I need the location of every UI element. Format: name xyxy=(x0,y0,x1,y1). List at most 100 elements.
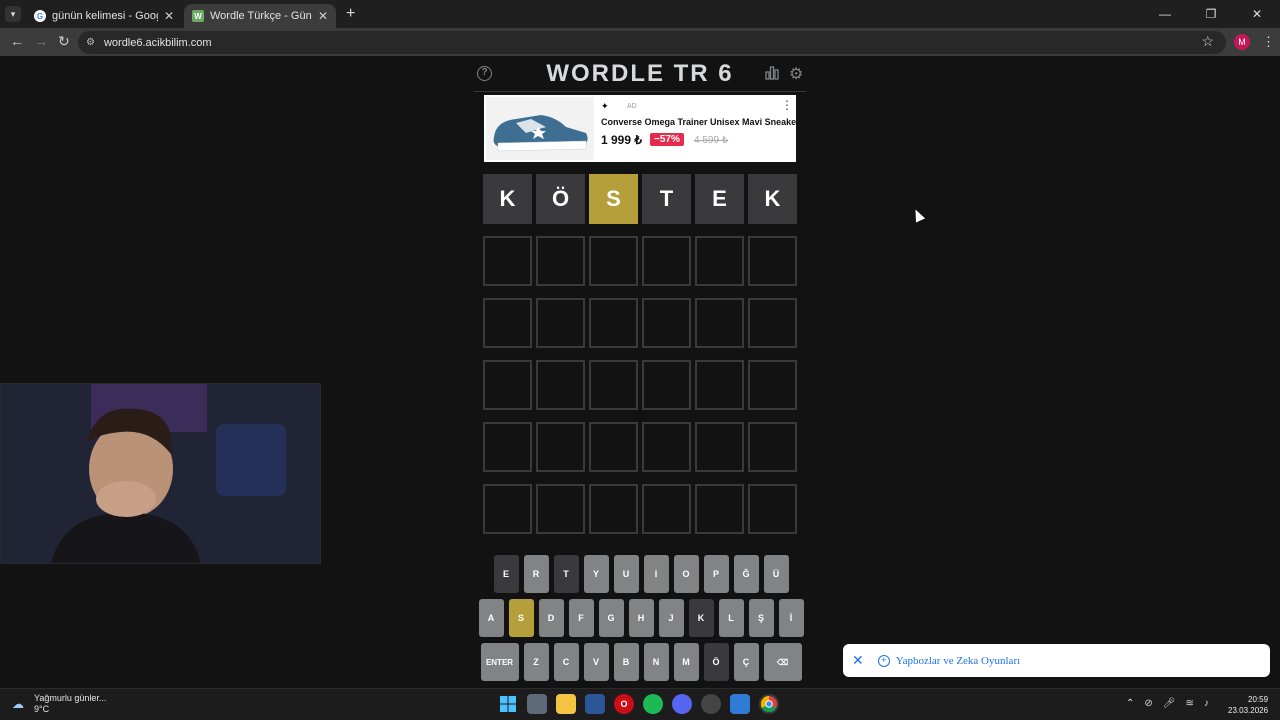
opera-icon[interactable]: O xyxy=(614,694,634,714)
volume-icon[interactable]: ♪ xyxy=(1204,698,1209,709)
file-explorer-icon[interactable] xyxy=(556,694,576,714)
key-ğ[interactable]: Ğ xyxy=(733,555,759,593)
board-row xyxy=(483,236,797,286)
board-tile xyxy=(483,298,532,348)
tab-google-search[interactable]: G günün kelimesi - Google Search ✕ xyxy=(26,4,182,28)
spotify-icon[interactable] xyxy=(643,694,663,714)
chrome-icon[interactable] xyxy=(759,694,779,714)
board-tile xyxy=(748,236,797,286)
tab-wordle[interactable]: W Wordle Türkçe - Günlük Kelime ✕ xyxy=(184,4,336,28)
microphone-icon[interactable]: 🎤︎ xyxy=(1163,698,1176,709)
reload-icon[interactable]: ↻ xyxy=(58,33,70,50)
key-y[interactable]: Y xyxy=(583,555,609,593)
key-j[interactable]: J xyxy=(658,599,684,637)
key-i[interactable]: I xyxy=(643,555,669,593)
board-tile xyxy=(748,422,797,472)
weather-widget[interactable]: ☁ Yağmurlu günler... 9°C xyxy=(12,693,106,715)
key-e[interactable]: E xyxy=(493,555,519,593)
minimize-button[interactable]: — xyxy=(1142,0,1188,28)
key-ş[interactable]: Ş xyxy=(748,599,774,637)
key-a[interactable]: A xyxy=(478,599,504,637)
board-row xyxy=(483,360,797,410)
key-l[interactable]: L xyxy=(718,599,744,637)
profile-avatar[interactable]: M xyxy=(1234,34,1250,50)
mouse-cursor-icon xyxy=(910,207,926,223)
plus-circle-icon: + xyxy=(877,654,890,667)
key-r[interactable]: R xyxy=(523,555,549,593)
key-d[interactable]: D xyxy=(538,599,564,637)
steam-icon[interactable] xyxy=(701,694,721,714)
board-tile xyxy=(589,484,638,534)
key-ö[interactable]: Ö xyxy=(703,643,729,681)
stats-icon[interactable] xyxy=(765,66,779,83)
key-ç[interactable]: Ç xyxy=(733,643,759,681)
photos-icon[interactable] xyxy=(730,694,750,714)
board-tile xyxy=(642,360,691,410)
page-title: WORDLE TR 6 xyxy=(546,60,734,87)
close-tab-icon[interactable]: ✕ xyxy=(164,9,174,23)
board-tile xyxy=(748,298,797,348)
discord-icon[interactable] xyxy=(672,694,692,714)
toast-link[interactable]: Yapbozlar ve Zeka Oyunları xyxy=(896,655,1020,667)
address-bar[interactable]: ⚙ wordle6.acikbilim.com ☆ xyxy=(78,31,1226,54)
backspace-key-icon[interactable]: ⌫ xyxy=(763,643,802,681)
board-tile xyxy=(483,484,532,534)
enter-key[interactable]: ENTER xyxy=(480,643,519,681)
close-window-button[interactable]: ✕ xyxy=(1234,0,1280,28)
wifi-icon[interactable]: ≋ xyxy=(1185,698,1193,709)
chevron-up-icon[interactable]: ⌃ xyxy=(1126,698,1134,709)
ad-options-icon[interactable]: ⋮ xyxy=(781,98,793,112)
site-info-icon[interactable]: ⚙ xyxy=(86,37,95,48)
board-tile xyxy=(642,236,691,286)
start-windows-icon[interactable] xyxy=(498,694,518,714)
ad-old-price: 4 599 ₺ xyxy=(694,135,729,146)
bookmark-star-icon[interactable]: ☆ xyxy=(1201,33,1214,50)
key-v[interactable]: V xyxy=(583,643,609,681)
board-tile xyxy=(748,484,797,534)
back-icon[interactable]: ← xyxy=(10,33,24,49)
ad-discount-badge: −57% xyxy=(650,133,684,146)
board-tile xyxy=(642,422,691,472)
close-tab-icon[interactable]: ✕ xyxy=(318,9,328,23)
key-c[interactable]: C xyxy=(553,643,579,681)
forward-icon[interactable]: → xyxy=(34,33,48,49)
board-tile: Ö xyxy=(536,174,585,224)
game-header: WORDLE TR 6 ? ⚙ xyxy=(474,56,806,92)
related-search-toast[interactable]: ✕ + Yapbozlar ve Zeka Oyunları xyxy=(843,644,1270,677)
task-view-icon[interactable] xyxy=(527,694,547,714)
key-k[interactable]: K xyxy=(688,599,714,637)
key-p[interactable]: P xyxy=(703,555,729,593)
advertisement-banner[interactable]: ✦ AD ⋮ Converse Omega Trainer Unisex Mav… xyxy=(484,95,800,162)
board-tile xyxy=(589,298,638,348)
board-tile xyxy=(483,236,532,286)
restore-button[interactable]: ❐ xyxy=(1188,0,1234,28)
tab-search-button[interactable]: ▾ xyxy=(5,6,21,22)
key-ü[interactable]: Ü xyxy=(763,555,789,593)
board-tile xyxy=(695,298,744,348)
date: 23.03.2026 xyxy=(1228,706,1269,715)
weather-text: Yağmurlu günler... xyxy=(34,693,107,703)
network-off-icon[interactable]: ⊘ xyxy=(1144,698,1152,709)
key-u[interactable]: U xyxy=(613,555,639,593)
new-tab-button[interactable]: + xyxy=(346,5,355,23)
key-o[interactable]: O xyxy=(673,555,699,593)
board-tile: E xyxy=(695,174,744,224)
key-g[interactable]: G xyxy=(598,599,624,637)
close-toast-icon[interactable]: ✕ xyxy=(852,652,864,669)
store-icon[interactable] xyxy=(585,694,605,714)
key-z[interactable]: Z xyxy=(523,643,549,681)
board-tile xyxy=(536,484,585,534)
browser-menu-icon[interactable]: ⋮ xyxy=(1262,34,1275,50)
key-n[interactable]: N xyxy=(643,643,669,681)
key-i̇[interactable]: İ xyxy=(778,599,804,637)
key-b[interactable]: B xyxy=(613,643,639,681)
key-m[interactable]: M xyxy=(673,643,699,681)
clock[interactable]: 20:59 23.03.2026 xyxy=(1228,694,1268,716)
help-icon[interactable]: ? xyxy=(477,66,492,81)
key-t[interactable]: T xyxy=(553,555,579,593)
key-f[interactable]: F xyxy=(568,599,594,637)
key-h[interactable]: H xyxy=(628,599,654,637)
settings-gear-icon[interactable]: ⚙ xyxy=(789,64,803,84)
key-s[interactable]: S xyxy=(508,599,534,637)
board-tile xyxy=(589,236,638,286)
